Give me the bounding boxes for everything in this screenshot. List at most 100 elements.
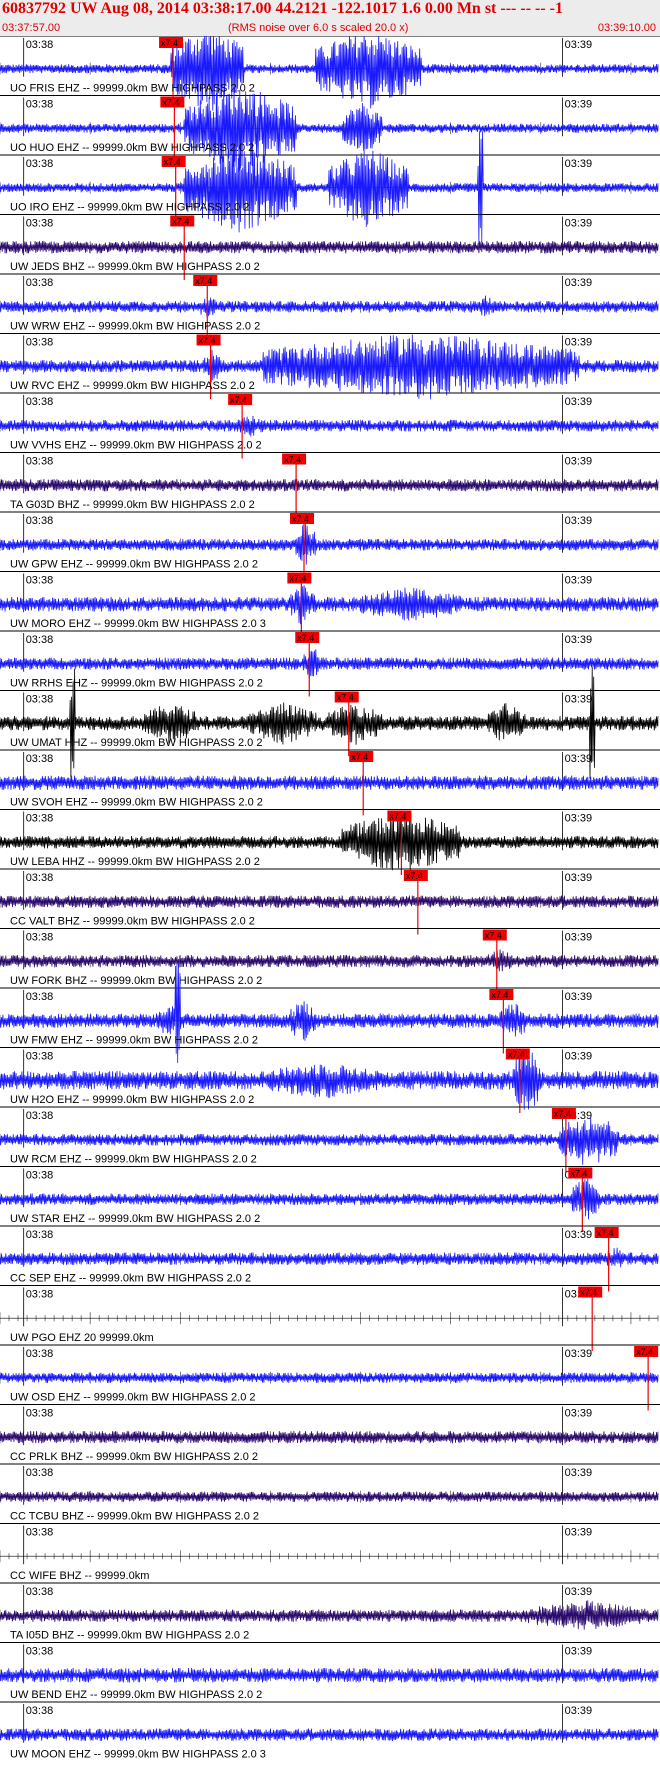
event-title: 60837792 UW Aug 08, 2014 03:38:17.00 44.… (2, 0, 563, 17)
station-label: TA G03D BHZ -- 99999.0km BW HIGHPASS 2.0… (10, 499, 255, 511)
pick-label: x7.4 (199, 336, 216, 346)
trace-8: 03:38 03:39 x7.4 UW GPW EHZ -- 99999.0km BW… (0, 511, 660, 578)
station-label: UW PGO EHZ 20 99999.0km (10, 1332, 154, 1344)
pick-label: x7.4 (337, 693, 354, 703)
minute-label: 03:39 (565, 932, 593, 944)
minute-label: 03:38 (26, 99, 54, 111)
minute-label: 03:38 (26, 1289, 54, 1301)
minute-label: 03:38 (26, 39, 54, 51)
minute-label: 03:39 (565, 158, 593, 170)
trace-22: 03:38 03:39 x7.4 UW OSD EHZ -- 99999.0km BW… (0, 1344, 660, 1411)
trace-23: 03:38 03:39 CC PRLK BHZ -- 99999.0km BW HI… (0, 1404, 660, 1463)
waveform (0, 87, 659, 171)
trace-group: 03:38 03:39 x7.4 UO FRIS EHZ -- 99999.0km B… (0, 36, 660, 1761)
pick-label: x7.4 (597, 1228, 614, 1238)
waveform (0, 775, 659, 791)
station-label: UW SVOH EHZ -- 99999.0km BW HIGHPASS 2.0… (10, 797, 263, 809)
station-label: UW LEBA HHZ -- 99999.0km BW HIGHPASS 2.0… (10, 856, 260, 868)
waveform (0, 949, 659, 972)
station-label: UO FRIS EHZ -- 99999.0km BW HIGHPASS 2.0… (10, 83, 255, 95)
waveform (0, 649, 659, 679)
minute-label: 03:38 (26, 277, 54, 289)
trace-13: 03:38 03:39 x7.4 UW LEBA HHZ -- 99999.0km B… (0, 809, 660, 875)
minute-label: 03:39 (565, 39, 593, 51)
pick-label: x7.4 (162, 98, 179, 108)
minute-label: 03:39 (565, 1527, 593, 1539)
pick-label: x7.4 (351, 752, 368, 762)
minute-label: 03:38 (26, 1467, 54, 1479)
trace-14: 03:38 03:39 x7.4 CC VALT BHZ -- 99999.0km B… (0, 868, 660, 935)
trace-10: 03:38 03:39 x7.4 UW RRHS EHZ -- 99999.0km B… (0, 630, 660, 697)
station-label: UO IRO EHZ -- 99999.0km BW HIGHPASS 2.0 … (10, 202, 249, 214)
trace-6: 03:38 03:39 x7.4 UW VVHS EHZ -- 99999.0km B… (0, 392, 660, 459)
trace-12: 03:38 03:39 x7.4 UW SVOH EHZ -- 99999.0km B… (0, 749, 660, 816)
minute-label: 03:38 (26, 158, 54, 170)
trace-24: 03:38 03:39 CC TCBU BHZ -- 99999.0km BW HI… (0, 1463, 660, 1523)
pick-label: x7.4 (164, 157, 181, 167)
minute-label: 03:38 (26, 634, 54, 646)
minute-label: 03:38 (26, 813, 54, 825)
minute-label: 03:39 (565, 813, 593, 825)
station-label: UW FORK BHZ -- 99999.0km BW HIGHPASS 2.0… (10, 975, 262, 987)
minute-label: 03:38 (26, 1408, 54, 1420)
trace-4: 03:38 03:39 x7.4 UW WRW EHZ -- 99999.0km BW… (0, 273, 660, 340)
waveform (0, 895, 659, 909)
header: 60837792 UW Aug 08, 2014 03:38:17.00 44.… (0, 0, 660, 36)
minute-label: 03:39 (565, 99, 593, 111)
minute-label: 03:38 (26, 694, 54, 706)
trace-7: 03:38 03:39 x7.4 TA G03D BHZ -- 99999.0km B… (0, 452, 660, 518)
minute-label: 03:39 (565, 1646, 593, 1658)
minute-label: 03:38 (26, 1646, 54, 1658)
minute-label: 03:39 (565, 575, 593, 587)
minute-label: 03:39 (565, 218, 593, 230)
trace-25: 03:38 03:39 CC WIFE BHZ -- 99999.0km (0, 1523, 660, 1582)
trace-9: 03:38 03:39 x7.4 UW MORO EHZ -- 99999.0km B… (0, 571, 660, 637)
station-label: UW RCM EHZ -- 99999.0km BW HIGHPASS 2.0 … (10, 1154, 257, 1166)
minute-label: 03:39 (565, 1467, 593, 1479)
minute-label: 03:39 (565, 277, 593, 289)
trace-28: 03:38 03:39 UW MOON EHZ -- 99999.0km BW HI… (0, 1701, 660, 1761)
trace-19: 03:3803:39x7.4UW STAR EHZ -- 99999.0km B… (0, 1166, 660, 1232)
trace-27: 03:38 03:39 UW BEND EHZ -- 99999.0km BW HI… (0, 1642, 660, 1701)
pick-label: x7.4 (406, 871, 423, 881)
minute-label: 03:38 (26, 396, 54, 408)
minute-label: 03:39 (565, 337, 593, 349)
minute-label: 03:38 (26, 932, 54, 944)
pick-label: x7.4 (485, 931, 502, 941)
trace-1: 03:38 03:39 x7.4 UO HUO EHZ -- 99999.0km BW… (0, 87, 660, 171)
station-label: UW RVC EHZ -- 99999.0km BW HIGHPASS 2.0 … (10, 380, 255, 392)
pick-label: x7.4 (491, 990, 508, 1000)
station-label: TA I05D BHZ -- 99999.0km BW HIGHPASS 2.0… (10, 1630, 249, 1642)
minute-label: 03:38 (26, 456, 54, 468)
pick-label: x7.4 (554, 1109, 571, 1119)
pick-label: x7.4 (230, 395, 247, 405)
minute-label: 03:39 (565, 634, 593, 646)
pick-label: x7.4 (284, 455, 301, 465)
trace-15: 03:38 03:39 x7.4 UW FORK BHZ -- 99999.0km B… (0, 928, 660, 994)
minute-label: 03:38 (26, 1110, 54, 1122)
pick-label: x7.4 (292, 514, 309, 524)
trace-21: 03:3803:39x7.4UW PGO EHZ 20 99999.0km (0, 1285, 660, 1351)
pick-label: x7.4 (508, 1050, 525, 1060)
station-label: CC WIFE BHZ -- 99999.0km (10, 1570, 149, 1582)
station-label: UO HUO EHZ -- 99999.0km BW HIGHPASS 2.0 … (10, 142, 254, 154)
rms-note: (RMS noise over 6.0 s scaled 20.0 x) (228, 22, 409, 34)
minute-label: 03:38 (26, 515, 54, 527)
station-label: UW GPW EHZ -- 99999.0km BW HIGHPASS 2.0 … (10, 559, 258, 571)
minute-label: 03:39 (565, 1705, 593, 1717)
station-label: CC SEP EHZ -- 99999.0km BW HIGHPASS 2.0 … (10, 1273, 251, 1285)
minute-label: 03:39 (565, 515, 593, 527)
waveform (0, 1247, 659, 1268)
minute-label: 03:39 (565, 1229, 593, 1241)
waveform (0, 1728, 659, 1742)
minute-label: 03:39 (565, 1408, 593, 1420)
station-label: UW BEND EHZ -- 99999.0km BW HIGHPASS 2.0… (10, 1689, 262, 1701)
minute-label: 03:39 (565, 872, 593, 884)
pick-label: x7.4 (161, 38, 178, 48)
minute-label: 03:39 (565, 991, 593, 1003)
minute-label: 03:38 (26, 753, 54, 765)
seismogram-plot: 03:38 03:39 x7.4 UO FRIS EHZ -- 99999.0km B… (0, 36, 660, 1761)
minute-label: 03:38 (26, 991, 54, 1003)
station-label: UW FMW EHZ -- 99999.0km BW HIGHPASS 2.0 … (10, 1035, 258, 1047)
station-label: UW UMAT HHZ -- 99999.0km BW HIGHPASS 2.0… (10, 737, 262, 749)
